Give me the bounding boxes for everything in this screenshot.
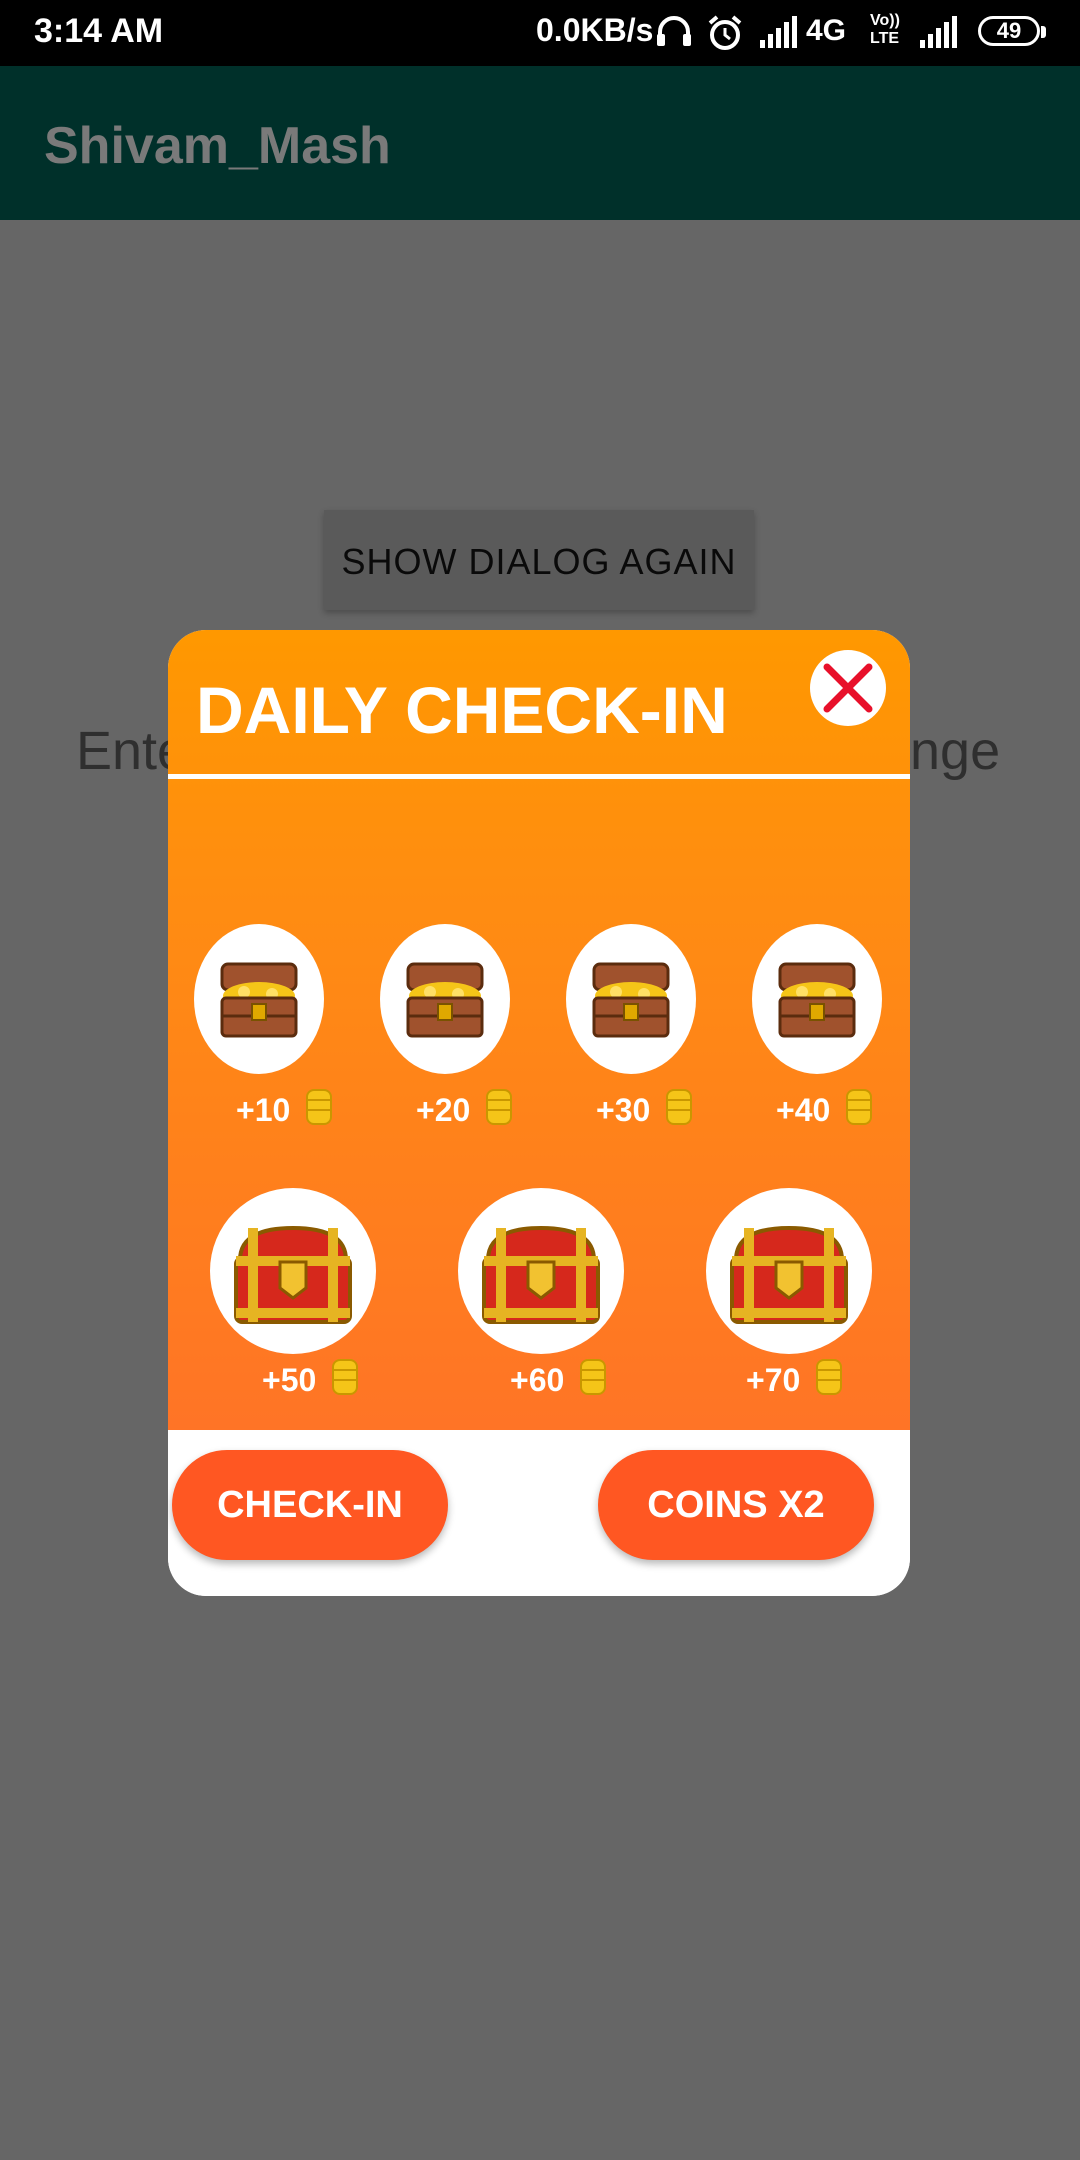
reward-amount-7: +70 [746, 1362, 801, 1398]
dialog-title: DAILY CHECK-IN [196, 673, 728, 747]
status-time: 3:14 AM [34, 12, 164, 50]
reward-amount-3: +30 [596, 1092, 651, 1128]
headset-icon [657, 16, 691, 46]
close-icon [823, 663, 873, 713]
close-button[interactable] [810, 650, 886, 726]
reward-chest-3[interactable] [566, 924, 696, 1074]
coin-stack-icon [846, 1089, 872, 1125]
check-in-button[interactable]: CHECK-IN [172, 1450, 448, 1560]
coin-stack-icon [306, 1089, 332, 1125]
coin-stack-icon [666, 1089, 692, 1125]
red-chest-icon [730, 1225, 848, 1324]
reward-amount-5: +50 [262, 1362, 317, 1398]
dialog-footer: CHECK-IN COINS X2 [168, 1430, 910, 1596]
reward-amount-4: +40 [776, 1092, 831, 1128]
reward-chest-6[interactable] [458, 1188, 624, 1354]
coins-x2-button[interactable]: COINS X2 [598, 1450, 874, 1560]
reward-amount-6: +60 [510, 1362, 565, 1398]
battery-indicator: 49 [978, 16, 1040, 46]
reward-chest-5[interactable] [210, 1188, 376, 1354]
coin-stack-icon [816, 1359, 842, 1395]
gold-chest-icon [778, 962, 856, 1038]
background-text-right: nge [910, 721, 1001, 781]
volte-label: Vo)) LTE [870, 12, 900, 47]
gold-chest-icon [220, 962, 298, 1038]
gold-chest-icon [592, 962, 670, 1038]
battery-tip [1041, 26, 1046, 38]
app-title: Shivam_Mash [44, 117, 391, 175]
coin-stack-icon [486, 1089, 512, 1125]
gold-chest-icon [406, 962, 484, 1038]
reward-chest-4[interactable] [752, 924, 882, 1074]
reward-amount-2: +20 [416, 1092, 471, 1128]
red-chest-icon [234, 1225, 352, 1324]
red-chest-icon [482, 1225, 600, 1324]
signal-icon-2 [920, 16, 957, 48]
dialog-header-area: DAILY CHECK-IN +10 +20 +30 +40 +50 +60 +… [168, 630, 910, 1430]
reward-chest-7[interactable] [706, 1188, 872, 1354]
coin-stack-icon [332, 1359, 358, 1395]
status-bar: 3:14 AM 0.0KB/s 4G Vo)) LTE 49 [0, 0, 1080, 66]
battery-level: 49 [996, 18, 1022, 43]
show-dialog-again-button[interactable]: SHOW DIALOG AGAIN [324, 510, 754, 610]
daily-check-in-dialog: DAILY CHECK-IN +10 +20 +30 +40 +50 +60 +… [168, 630, 910, 1596]
coin-stack-icon [580, 1359, 606, 1395]
alarm-icon [708, 15, 742, 50]
network-type: 4G [806, 14, 847, 47]
reward-chest-2[interactable] [380, 924, 510, 1074]
signal-icon [760, 16, 797, 48]
reward-chest-1[interactable] [194, 924, 324, 1074]
title-divider [168, 774, 910, 779]
app-bar: Shivam_Mash [0, 66, 1080, 220]
network-speed: 0.0KB/s [536, 12, 654, 48]
reward-amount-1: +10 [236, 1092, 291, 1128]
